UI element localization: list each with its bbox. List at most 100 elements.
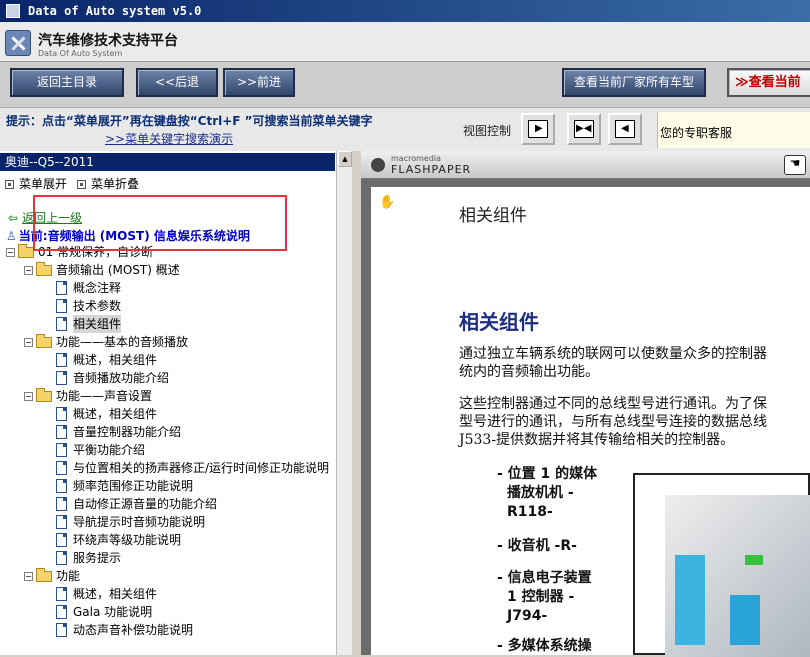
tree-item[interactable]: 导航提示时音频功能说明 — [42, 513, 205, 531]
document-viewer: macromedia FLASHPAPER ☚ ✋ 相关组件 相关组件 通过独立… — [361, 151, 810, 657]
document-icon — [56, 533, 67, 547]
menu-expand-button[interactable]: 菜单展开 — [5, 175, 67, 192]
tree-label: 音频播放功能介绍 — [73, 371, 170, 385]
collapse-toggle-icon[interactable]: − — [24, 265, 33, 275]
tree-item[interactable]: 音量控制器功能介绍 — [42, 423, 181, 441]
document-icon — [56, 497, 67, 511]
tree-item[interactable]: 概述，相关组件 — [42, 585, 157, 603]
collapse-toggle-icon[interactable]: − — [24, 337, 33, 347]
view-all-models-button[interactable]: 查看当前厂家所有车型 — [562, 68, 706, 97]
collapse-toggle-icon[interactable]: − — [24, 391, 33, 401]
macromedia-logo-icon — [371, 158, 385, 172]
tree-label: 音频输出 (MOST) 概述 — [56, 263, 180, 277]
tree-label: 概述，相关组件 — [73, 353, 158, 367]
collapse-icon — [77, 180, 87, 189]
diagram-component — [675, 555, 705, 645]
tree-label: 导航提示时音频功能说明 — [73, 515, 206, 529]
bullet-1: - 位置 1 的媒体 播放机机 - R118- — [497, 465, 597, 522]
view-split-button[interactable]: ▶◀ — [567, 113, 601, 145]
paragraph-2: 这些控制器通过不同的总线型号进行通讯。为了保 型号进行的通讯，与所有总线型号连接… — [459, 395, 810, 449]
tree-item[interactable]: 概述，相关组件 — [42, 351, 157, 369]
view-control-label: 视图控制 — [463, 124, 512, 138]
tree-label: 功能——基本的音频播放 — [56, 335, 189, 349]
hint-bar: 提示：点击“菜单展开”再在键盘按“Ctrl+F ”可搜索当前菜单关键字 >>菜单… — [0, 107, 810, 151]
tree-item[interactable]: 频率范围修正功能说明 — [42, 477, 193, 495]
view-current-button[interactable]: ≫查看当前 — [727, 68, 810, 97]
document-icon — [56, 443, 67, 457]
tree-item[interactable]: 环绕声等级功能说明 — [42, 531, 181, 549]
section-heading: 相关组件 — [459, 310, 539, 334]
tree-label: 服务提示 — [73, 551, 122, 565]
tree-label: 频率范围修正功能说明 — [73, 479, 194, 493]
tree-folder[interactable]: − 音频输出 (MOST) 概述 — [24, 261, 180, 279]
double-chevron-icon: ≫ — [735, 75, 749, 90]
tree-label: 概述，相关组件 — [73, 407, 158, 421]
document-icon — [56, 461, 67, 475]
tree-folder[interactable]: − 功能 — [24, 567, 80, 585]
tree-item[interactable]: 平衡功能介绍 — [42, 441, 145, 459]
paragraph-2-line: 这些控制器通过不同的总线型号进行通讯。为了保 — [459, 396, 767, 412]
folder-icon — [18, 243, 34, 258]
tree-item[interactable]: 技术参数 — [42, 297, 121, 315]
forward-button[interactable]: >>前进 — [223, 68, 295, 97]
view-expand-right-button[interactable]: ▶ — [521, 113, 555, 145]
collapse-toggle-icon[interactable]: − — [6, 247, 15, 257]
menu-collapse-label: 菜单折叠 — [91, 177, 140, 191]
split-arrows-icon: ▶◀ — [574, 120, 594, 138]
brand-small: macromedia — [391, 154, 442, 163]
flashpaper-toolbar: macromedia FLASHPAPER ☚ — [361, 151, 810, 179]
scroll-up-arrow-icon[interactable]: ▲ — [338, 151, 352, 167]
tree-folder[interactable]: − 功能——基本的音频播放 — [24, 333, 188, 351]
bullet-line: - 位置 1 的媒体 — [497, 466, 598, 482]
hand-tool-icon[interactable]: ☚ — [784, 155, 806, 175]
tree-item[interactable]: 自动修正源音量的功能介绍 — [42, 495, 217, 513]
back-button[interactable]: <<后退 — [136, 68, 218, 97]
paragraph-2-line: J533-提供数据并将其传输给相关的控制器。 — [459, 432, 735, 448]
tree-folder[interactable]: − 功能——声音设置 — [24, 387, 152, 405]
document-page: ✋ 相关组件 相关组件 通过独立车辆系统的联网可以使数量众多的控制器 统内的音频… — [371, 187, 810, 657]
tree-label: 动态声音补偿功能说明 — [73, 623, 194, 637]
app-subtitle: Data Of Auto System — [38, 49, 123, 58]
tree-item[interactable]: 服务提示 — [42, 549, 121, 567]
tree-label: 功能 — [56, 569, 81, 583]
collapse-toggle-icon[interactable]: − — [24, 571, 33, 581]
menu-scrollbar[interactable]: ▲ — [336, 151, 352, 655]
highlight-box — [33, 195, 287, 251]
tree-item[interactable]: 概念注释 — [42, 279, 121, 297]
view-current-label: 查看当前 — [748, 75, 801, 90]
tree-item[interactable]: 动态声音补偿功能说明 — [42, 621, 193, 639]
bullet-2: - 收音机 -R- — [497, 537, 577, 556]
document-icon — [56, 623, 67, 637]
menu-expand-label: 菜单展开 — [19, 177, 68, 191]
document-icon — [56, 299, 67, 313]
document-icon — [56, 587, 67, 601]
tree-label: Gala 功能说明 — [73, 605, 153, 619]
tree-label: 平衡功能介绍 — [73, 443, 146, 457]
tree-item[interactable]: 相关组件 — [42, 315, 122, 333]
hint-text: 提示：点击“菜单展开”再在键盘按“Ctrl+F ”可搜索当前菜单关键字 — [6, 114, 373, 128]
person-icon: ♙ — [6, 229, 17, 243]
car-model-header: 奥迪--Q5--2011 — [0, 153, 335, 171]
search-demo-link[interactable]: >>菜单关键字搜索演示 — [105, 130, 233, 147]
expand-icon — [5, 180, 14, 189]
tree-item[interactable]: Gala 功能说明 — [42, 603, 152, 621]
paragraph-1-line: 统内的音频输出功能。 — [459, 364, 599, 380]
menu-collapse-button[interactable]: 菜单折叠 — [77, 175, 139, 192]
document-icon — [56, 407, 67, 421]
app-title: 汽车维修技术支持平台 — [38, 33, 178, 49]
tree-label: 自动修正源音量的功能介绍 — [73, 497, 218, 511]
tree-item[interactable]: 概述，相关组件 — [42, 405, 157, 423]
tree-label: 概述，相关组件 — [73, 587, 158, 601]
bullet-line: J794- — [507, 608, 548, 624]
bullet-line: - 信息电子装置 — [497, 570, 592, 586]
service-box: 您的专职客服 — [657, 112, 810, 148]
back-to-main-button[interactable]: 返回主目录 — [10, 68, 124, 97]
tree-item[interactable]: 音频播放功能介绍 — [42, 369, 169, 387]
document-icon — [56, 551, 67, 565]
document-icon — [56, 605, 67, 619]
folder-icon — [36, 261, 52, 276]
bullet-line: 1 控制器 - — [507, 589, 575, 605]
tree-item[interactable]: 与位置相关的扬声器修正/运行时间修正功能说明 — [42, 459, 329, 477]
view-expand-left-button[interactable]: ◀ — [608, 113, 642, 145]
page-title: 相关组件 — [459, 206, 527, 226]
